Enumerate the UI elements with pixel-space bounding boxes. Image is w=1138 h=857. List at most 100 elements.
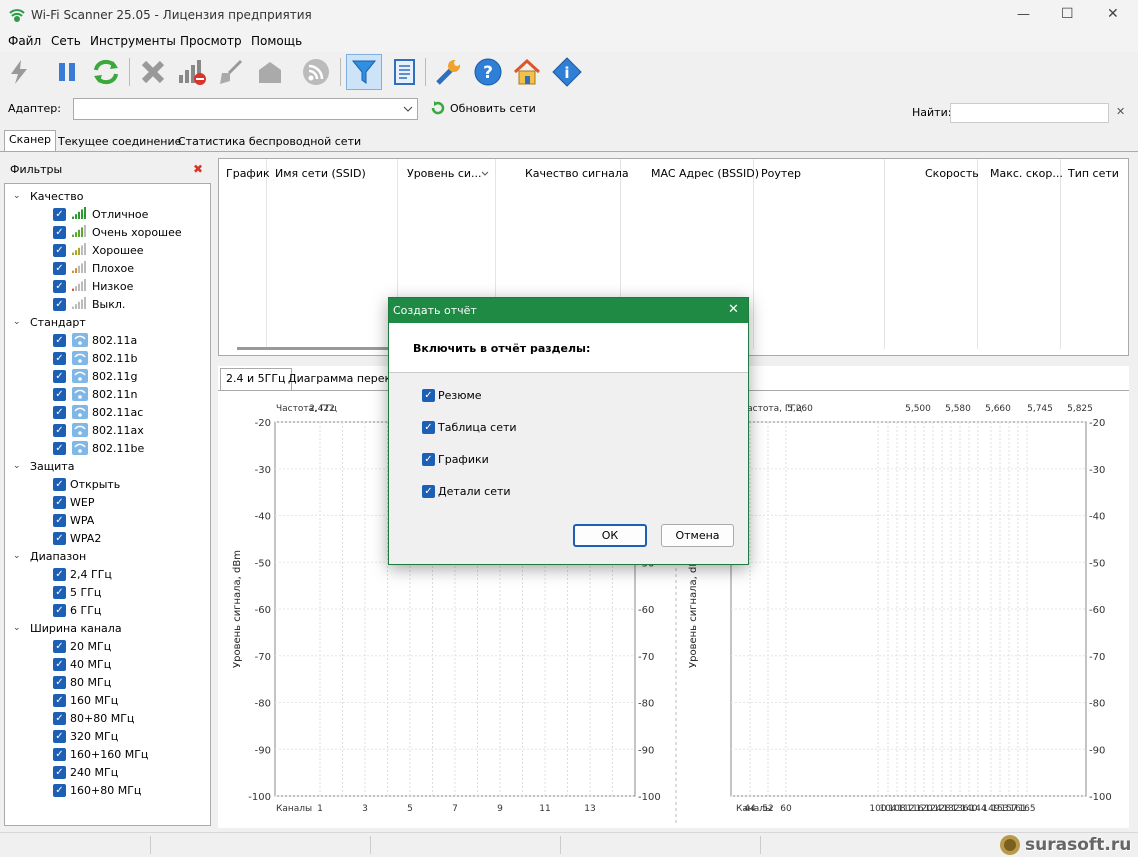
filter-checkbox[interactable]: ✓ [53, 531, 66, 545]
adapter-select[interactable] [73, 98, 418, 120]
filter-checkbox[interactable]: ✓ [53, 639, 66, 653]
checkbox-charts[interactable]: ✓ [422, 453, 435, 466]
brush-icon[interactable] [215, 56, 247, 88]
filter-checkbox[interactable]: ✓ [53, 675, 66, 689]
filter-checkbox[interactable]: ✓ [53, 225, 66, 239]
filter-checkbox[interactable]: ✓ [53, 729, 66, 743]
filter-checkbox[interactable]: ✓ [53, 387, 66, 401]
filter-checkbox[interactable]: ✓ [53, 477, 66, 491]
filter-checkbox[interactable]: ✓ [53, 333, 66, 347]
filter-checkbox[interactable]: ✓ [53, 585, 66, 599]
filter-checkbox[interactable]: ✓ [53, 279, 66, 293]
filter-checkbox[interactable]: ✓ [53, 261, 66, 275]
column-header-max-speed[interactable]: Макс. скор... [990, 167, 1063, 180]
tab-scanner[interactable]: Сканер [4, 130, 57, 152]
help-icon[interactable]: ? [472, 56, 504, 88]
menu-network[interactable]: Сеть [51, 34, 81, 48]
filter-checkbox[interactable]: ✓ [53, 567, 66, 581]
filter-checkbox[interactable]: ✓ [53, 351, 66, 365]
filter-item[interactable]: ✓ 160+160 МГц [53, 745, 148, 763]
filter-checkbox[interactable]: ✓ [53, 441, 66, 455]
filter-item[interactable]: ✓ 802.11ac [53, 403, 143, 421]
filter-group[interactable]: ⌄ Ширина канала [13, 619, 122, 637]
option-summary[interactable]: ✓ Резюме [422, 389, 482, 402]
home-icon[interactable] [511, 56, 543, 88]
checkbox-network-table[interactable]: ✓ [422, 421, 435, 434]
clipboard-icon[interactable] [254, 56, 286, 88]
menu-view[interactable]: Просмотр [180, 34, 242, 48]
filter-item[interactable]: ✓ 802.11n [53, 385, 137, 403]
filter-checkbox[interactable]: ✓ [53, 243, 66, 257]
filter-item[interactable]: ✓ 802.11be [53, 439, 144, 457]
filter-item[interactable]: ✓ 240 МГц [53, 763, 118, 781]
filter-item[interactable]: ✓ Открыть [53, 475, 120, 493]
filter-item[interactable]: ✓ WPA [53, 511, 94, 529]
filter-item[interactable]: ✓ 2,4 ГГц [53, 565, 112, 583]
delete-icon[interactable] [137, 56, 169, 88]
tab-wireless-stats[interactable]: Статистика беспроводной сети [174, 133, 365, 152]
refresh-networks-button[interactable]: Обновить сети [430, 100, 536, 116]
filter-item[interactable]: ✓ 160+80 МГц [53, 781, 141, 799]
menu-file[interactable]: Файл [8, 34, 41, 48]
filter-checkbox[interactable]: ✓ [53, 765, 66, 779]
filter-item[interactable]: ✓ 802.11b [53, 349, 137, 367]
column-header-bssid[interactable]: MAC Адрес (BSSID) [651, 167, 759, 180]
signal-remove-icon[interactable] [176, 56, 208, 88]
filter-item[interactable]: ✓ 20 МГц [53, 637, 111, 655]
minimize-button[interactable]: — [1017, 7, 1030, 22]
ok-button[interactable]: ОК [573, 524, 647, 547]
option-network-table[interactable]: ✓ Таблица сети [422, 421, 517, 434]
filter-item[interactable]: ✓ Плохое [53, 259, 134, 277]
filter-checkbox[interactable]: ✓ [53, 297, 66, 311]
tab-current-connection[interactable]: Текущее соединение [54, 133, 185, 152]
info-icon[interactable]: i [551, 56, 583, 88]
clear-filters-icon[interactable]: ✖ [193, 162, 203, 176]
column-header-signal-level[interactable]: Уровень си... [407, 167, 482, 180]
column-header-router[interactable]: Роутер [761, 167, 801, 180]
filter-checkbox[interactable]: ✓ [53, 693, 66, 707]
filter-item[interactable]: ✓ 80 МГц [53, 673, 111, 691]
collapse-chevron-icon[interactable]: ⌄ [13, 317, 22, 327]
column-header-speed[interactable]: Скорость [925, 167, 979, 180]
rss-icon[interactable] [300, 56, 332, 88]
filter-checkbox[interactable]: ✓ [53, 711, 66, 725]
search-input[interactable] [950, 103, 1109, 123]
filter-checkbox[interactable]: ✓ [53, 405, 66, 419]
filter-group[interactable]: ⌄ Диапазон [13, 547, 86, 565]
filter-item[interactable]: ✓ Хорошее [53, 241, 144, 259]
dialog-close-icon[interactable]: ✕ [728, 302, 739, 317]
filter-item[interactable]: ✓ 320 МГц [53, 727, 118, 745]
collapse-chevron-icon[interactable]: ⌄ [13, 623, 22, 633]
filter-item[interactable]: ✓ 160 МГц [53, 691, 118, 709]
filter-item[interactable]: ✓ 802.11a [53, 331, 137, 349]
filter-checkbox[interactable]: ✓ [53, 603, 66, 617]
menu-help[interactable]: Помощь [251, 34, 302, 48]
filter-item[interactable]: ✓ WPA2 [53, 529, 101, 547]
filter-checkbox[interactable]: ✓ [53, 657, 66, 671]
filter-item[interactable]: ✓ Выкл. [53, 295, 125, 313]
filter-item[interactable]: ✓ 6 ГГц [53, 601, 101, 619]
close-window-button[interactable]: ✕ [1107, 6, 1119, 22]
cancel-button[interactable]: Отмена [661, 524, 734, 547]
notebook-icon[interactable] [388, 56, 420, 88]
refresh-icon[interactable] [90, 56, 122, 88]
pause-icon[interactable] [51, 56, 83, 88]
collapse-chevron-icon[interactable]: ⌄ [13, 551, 22, 561]
search-clear-icon[interactable]: ✕ [1116, 105, 1125, 118]
filter-group[interactable]: ⌄ Стандарт [13, 313, 86, 331]
menu-tools[interactable]: Инструменты [90, 34, 176, 48]
filter-item[interactable]: ✓ 802.11g [53, 367, 137, 385]
maximize-button[interactable]: ☐ [1061, 6, 1074, 22]
filter-group[interactable]: ⌄ Защита [13, 457, 74, 475]
filter-item[interactable]: ✓ 40 МГц [53, 655, 111, 673]
collapse-chevron-icon[interactable]: ⌄ [13, 461, 22, 471]
column-header-signal-quality[interactable]: Качество сигнала [525, 167, 629, 180]
filter-icon[interactable] [346, 54, 382, 90]
filter-item[interactable]: ✓ Отличное [53, 205, 148, 223]
filter-item[interactable]: ✓ Низкое [53, 277, 133, 295]
filter-checkbox[interactable]: ✓ [53, 783, 66, 797]
option-charts[interactable]: ✓ Графики [422, 453, 489, 466]
column-header-graph[interactable]: График [226, 167, 270, 180]
filter-item[interactable]: ✓ 80+80 МГц [53, 709, 134, 727]
column-header-ssid[interactable]: Имя сети (SSID) [275, 167, 366, 180]
